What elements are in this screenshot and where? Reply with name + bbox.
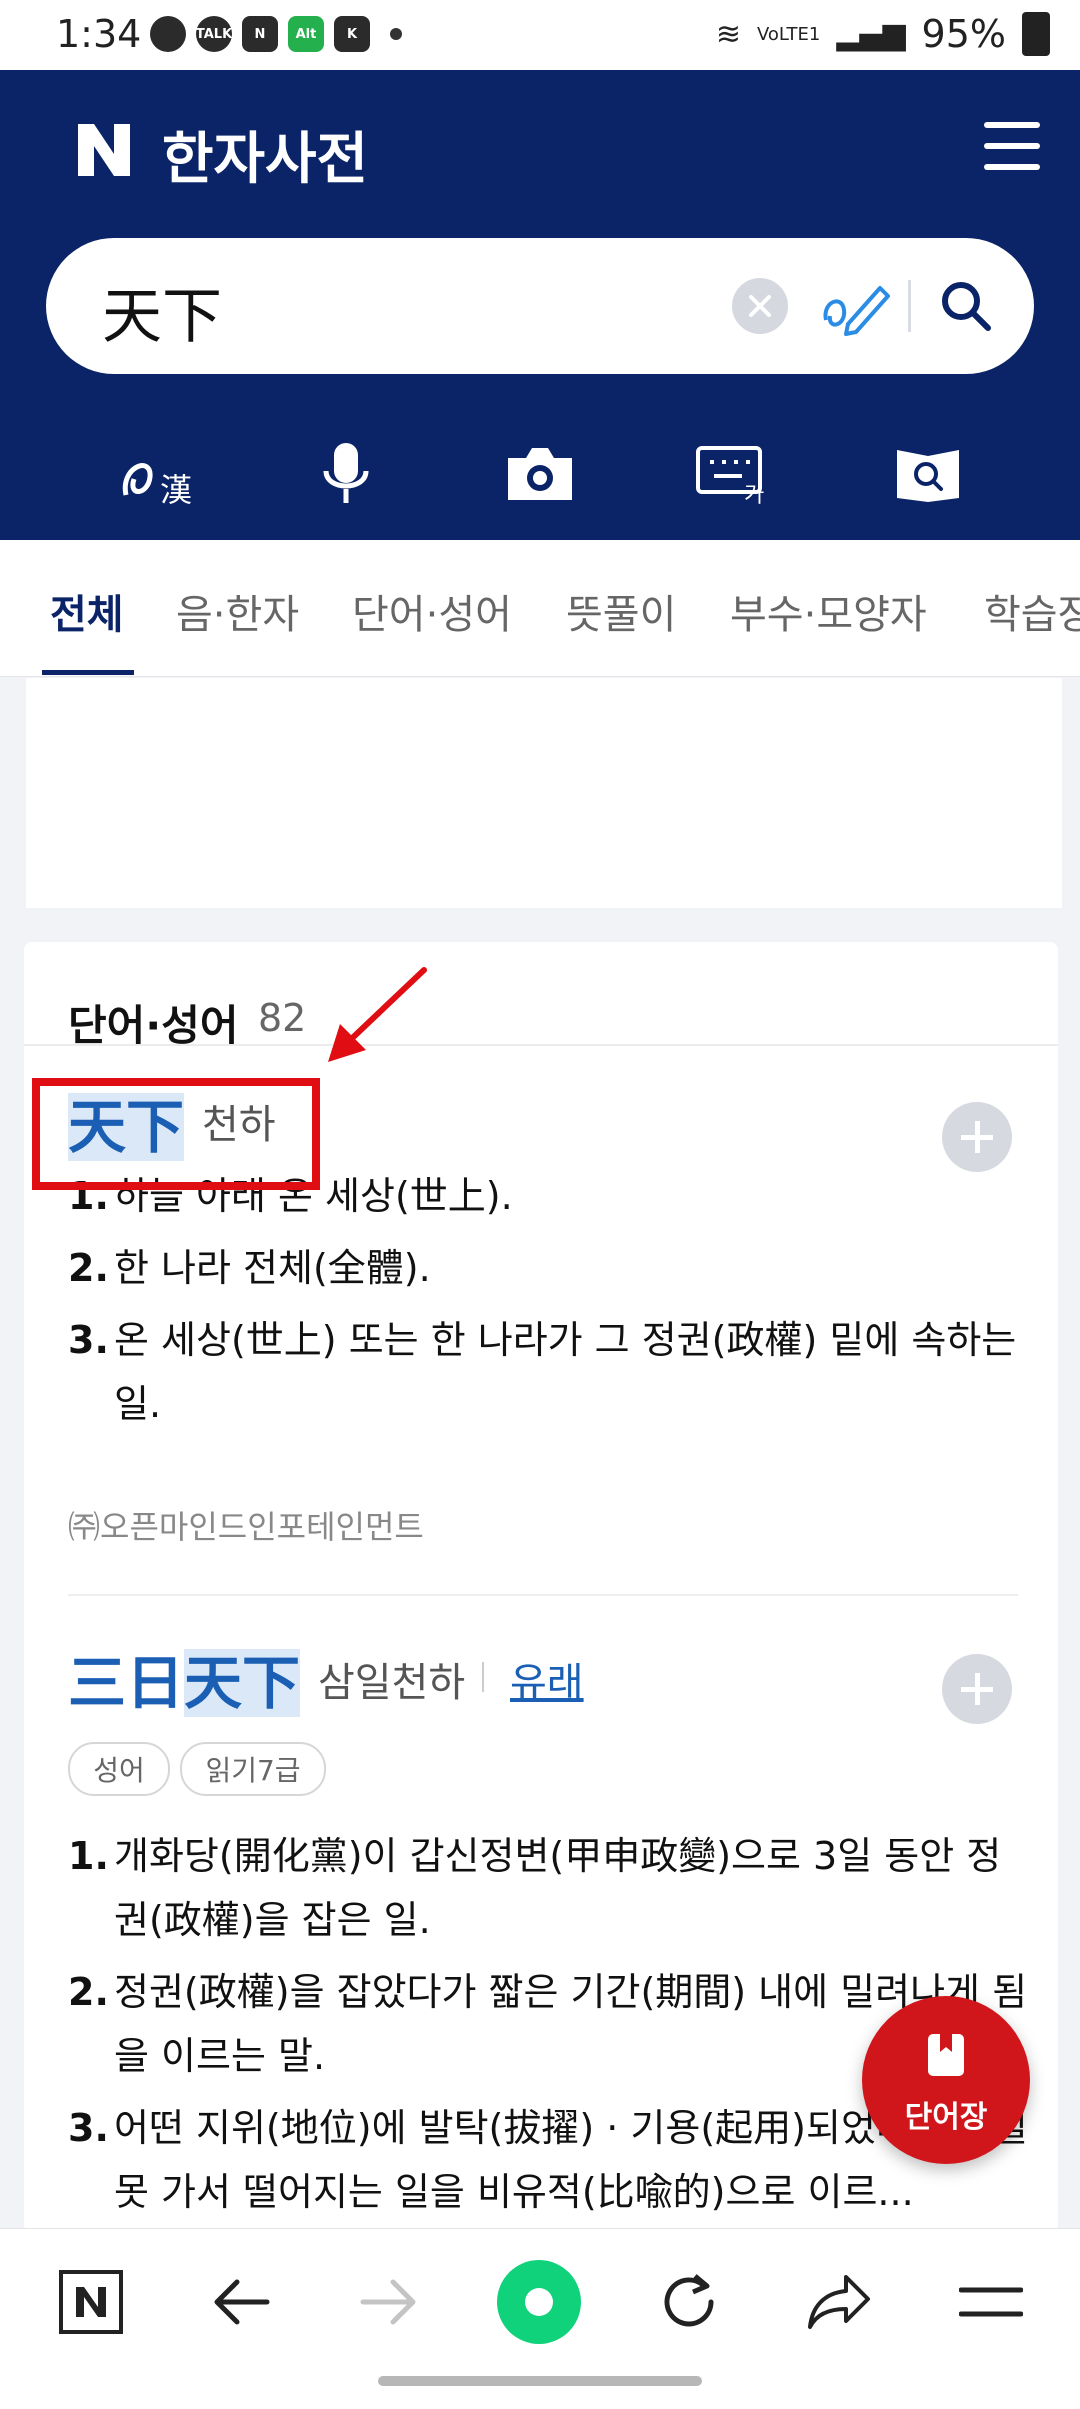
wordbook-label: 단어장 (904, 2100, 988, 2135)
naver-logo-icon (78, 124, 130, 176)
camera-search-button[interactable] (490, 424, 590, 524)
green-dot-button[interactable] (494, 2257, 584, 2347)
green-dot-icon (497, 2260, 581, 2344)
svg-text:가: 가 (744, 483, 764, 504)
input-tools: 漢 가 (0, 424, 1080, 524)
share-button[interactable] (794, 2257, 884, 2347)
naver-logo[interactable] (74, 120, 134, 180)
pen-icon (823, 286, 890, 336)
tab-study[interactable]: 학습장 (984, 582, 1080, 640)
source-credit: ㈜오픈마인드인포테인먼트 (68, 1508, 424, 1546)
svg-text:漢: 漢 (160, 471, 192, 509)
camera-icon (508, 448, 572, 500)
forward-arrow-icon (360, 2279, 416, 2325)
status-time: 1:34 (56, 12, 142, 56)
search-bar[interactable]: 天下 (46, 238, 1034, 374)
entry-divider (68, 1594, 1018, 1596)
forward-button[interactable] (344, 2257, 434, 2347)
microphone-icon (323, 443, 369, 503)
notification-icons: TALK N Alt K (150, 16, 402, 52)
origin-link[interactable]: 유래 (510, 1650, 584, 1708)
add-to-wordbook-button[interactable] (942, 1102, 1012, 1172)
definition-number: 2. (68, 1246, 109, 1290)
battery-percent: 95% (921, 12, 1006, 56)
menu-button[interactable] (984, 122, 1040, 170)
system-indicators: ≋ VoLTE1 ▂▄▆ 95% (716, 12, 1050, 56)
keyboard-input-button[interactable]: 가 (684, 424, 784, 524)
alt-icon: Alt (288, 16, 324, 52)
close-icon (749, 295, 771, 317)
back-arrow-icon (214, 2279, 270, 2325)
bookmark-book-icon (928, 2034, 964, 2076)
share-icon (808, 2275, 870, 2329)
wordbook-fab[interactable]: 단어장 (862, 1996, 1030, 2164)
search-button[interactable] (936, 276, 996, 336)
definition-text: 온 세상(世上) 또는 한 나라가 그 정권(政權) 밑에 속하는 일. (114, 1318, 1017, 1426)
tab-words-idioms[interactable]: 단어·성어 (352, 582, 512, 640)
refresh-button[interactable] (644, 2257, 734, 2347)
kbank-icon: K (334, 16, 370, 52)
ad-placeholder (26, 678, 1062, 908)
tab-meanings[interactable]: 뜻풀이 (566, 582, 676, 640)
clear-button[interactable] (732, 278, 788, 334)
highlight-box (32, 1078, 320, 1190)
search-input[interactable]: 天下 (102, 268, 222, 355)
signal-icon: ▂▄▆ (836, 16, 906, 52)
chat-icon (150, 16, 186, 52)
search-divider (908, 280, 911, 332)
entry-reading: 삼일천하 (318, 1660, 466, 1706)
annotation-arrow (328, 967, 427, 1062)
app-header: 한자사전 天下 漢 가 (0, 70, 1080, 540)
keyboard-icon: 가 (696, 446, 764, 504)
tab-radicals[interactable]: 부수·모양자 (730, 582, 927, 640)
home-indicator[interactable] (378, 2376, 702, 2386)
definition-number: 3. (68, 2106, 109, 2150)
definition-number: 3. (68, 1318, 109, 1362)
definition-text: 한 나라 전체(全體). (114, 1246, 431, 1290)
section-count: 82 (258, 996, 307, 1040)
definition-text: 개화당(開化黨)이 갑신정변(甲申政變)으로 3일 동안 정권(政權)을 잡은 … (114, 1834, 1002, 1942)
naver-home-button[interactable] (46, 2257, 136, 2347)
entry-hanja[interactable]: 三日天下 (68, 1636, 301, 1720)
section-divider (24, 1044, 1058, 1046)
search-icon (942, 282, 991, 331)
add-to-wordbook-button[interactable] (942, 1654, 1012, 1724)
app-title: 한자사전 (162, 127, 369, 192)
badge-idiom: 성어 (68, 1742, 170, 1796)
tab-sound-hanja[interactable]: 음·한자 (176, 582, 299, 640)
back-button[interactable] (196, 2257, 286, 2347)
wifi-icon: ≋ (715, 16, 741, 52)
handwriting-hanja-icon: 漢 (122, 463, 192, 509)
reading-separator (482, 1662, 484, 1692)
definition-number: 1. (68, 1834, 109, 1878)
menu-button-bottom[interactable] (946, 2257, 1036, 2347)
book-search-icon (897, 450, 959, 502)
talk-icon: TALK (196, 16, 232, 52)
handwriting-hanja-button[interactable]: 漢 (110, 424, 210, 524)
badge-reading-level: 읽기7급 (180, 1742, 326, 1796)
naver-icon: N (242, 16, 278, 52)
menu-icon (959, 2287, 1023, 2317)
book-search-button[interactable] (878, 424, 978, 524)
tab-all[interactable]: 전체 (50, 582, 124, 640)
active-tab-indicator (42, 670, 134, 675)
naver-home-icon (59, 2270, 123, 2334)
status-bar: 1:34 TALK N Alt K ≋ VoLTE1 ▂▄▆ 95% (0, 0, 1080, 70)
definition-number: 2. (68, 1970, 109, 2014)
entry-hanja-prefix[interactable]: 三日 (68, 1649, 184, 1717)
battery-icon (1022, 12, 1050, 56)
category-tabs: 전체 음·한자 단어·성어 뜻풀이 부수·모양자 학습장 (0, 540, 1080, 677)
refresh-icon (664, 2274, 714, 2327)
voice-search-button[interactable] (296, 424, 396, 524)
more-notifications-dot (390, 28, 402, 40)
handwriting-button[interactable] (820, 272, 892, 340)
network-label: VoLTE1 (757, 23, 821, 45)
entry-hanja-highlight[interactable]: 天下 (184, 1649, 301, 1717)
